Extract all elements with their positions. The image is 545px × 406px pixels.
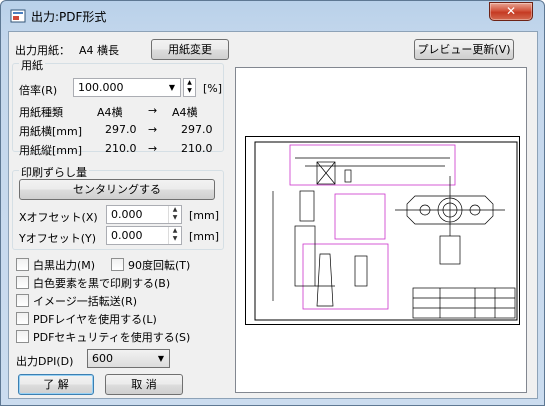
mono-label[interactable]: 白黒出力(M) <box>33 257 95 273</box>
x-offset-unit: [mm] <box>189 209 220 222</box>
scale-input[interactable]: 100.000 ▼ <box>73 78 181 97</box>
pdf-layer-label[interactable]: PDFレイヤを使用する(L) <box>33 311 157 327</box>
pdf-security-label[interactable]: PDFセキュリティを使用する(S) <box>33 329 190 345</box>
paper-height-to: 210.0 <box>181 142 213 155</box>
image-batch-label[interactable]: イメージ一括転送(R) <box>33 293 137 309</box>
image-batch-checkbox[interactable] <box>16 294 29 307</box>
scale-input-value: 100.000 <box>78 81 124 94</box>
pdf-security-checkbox[interactable] <box>16 330 29 343</box>
white-as-black-label[interactable]: 白色要素を黒で印刷する(B) <box>33 275 170 291</box>
output-paper-label: 出力用紙： <box>15 44 70 57</box>
preview-panel <box>235 67 527 393</box>
cancel-button[interactable]: 取 消 <box>105 374 183 395</box>
window-title: 出力:PDF形式 <box>31 10 107 24</box>
dialog-window: 出力:PDF形式 ✕ 出力用紙： A4 横長 用紙変更 プレビュー更新(V) 用… <box>0 0 545 406</box>
scale-label: 倍率(R) <box>19 84 58 97</box>
ok-button[interactable]: 了 解 <box>18 374 94 395</box>
close-icon: ✕ <box>505 4 517 18</box>
arrow-right-icon: → <box>148 123 158 136</box>
paper-type-to: A4横 <box>172 106 198 119</box>
spin-down-icon[interactable]: ▼ <box>169 235 181 243</box>
paper-type-from: A4横 <box>97 106 123 119</box>
offset-group-title: 印刷ずらし量 <box>19 164 89 180</box>
arrow-right-icon: → <box>148 142 158 155</box>
chevron-down-icon[interactable]: ▼ <box>155 350 167 367</box>
y-offset-input[interactable]: 0.000 ▲ ▼ <box>106 226 182 245</box>
paper-width-label: 用紙横[mm] <box>19 125 83 138</box>
preview-drawing <box>245 136 520 325</box>
centering-button[interactable]: センタリングする <box>19 179 215 200</box>
paper-type-label: 用紙種類 <box>19 106 63 119</box>
dialog-body: 出力用紙： A4 横長 用紙変更 プレビュー更新(V) 用紙 倍率(R) 100… <box>8 31 538 399</box>
spin-up-icon[interactable]: ▲ <box>169 227 181 235</box>
close-button[interactable]: ✕ <box>489 2 533 21</box>
paper-width-from: 297.0 <box>105 123 137 136</box>
pdf-layer-checkbox[interactable] <box>16 312 29 325</box>
paper-width-to: 297.0 <box>181 123 213 136</box>
spin-up-icon[interactable]: ▲ <box>169 206 181 214</box>
paper-height-from: 210.0 <box>105 142 137 155</box>
dpi-select[interactable]: 600 ▼ <box>87 349 170 368</box>
white-as-black-checkbox[interactable] <box>16 276 29 289</box>
rotate90-checkbox[interactable] <box>111 258 124 271</box>
y-offset-label: Yオフセット(Y) <box>19 232 97 245</box>
x-offset-label: Xオフセット(X) <box>19 211 98 224</box>
y-offset-unit: [mm] <box>189 230 220 243</box>
paper-group-title: 用紙 <box>19 57 45 73</box>
y-offset-value: 0.000 <box>111 229 143 242</box>
x-offset-value: 0.000 <box>111 208 143 221</box>
chevron-down-icon[interactable]: ▼ <box>166 79 178 96</box>
change-paper-button[interactable]: 用紙変更 <box>151 39 229 60</box>
dpi-label: 出力DPI(D) <box>16 355 74 368</box>
preview-update-button[interactable]: プレビュー更新(V) <box>414 39 514 60</box>
x-offset-input[interactable]: 0.000 ▲ ▼ <box>106 205 182 224</box>
output-paper-value: A4 横長 <box>79 44 120 57</box>
mono-checkbox[interactable] <box>16 258 29 271</box>
title-bar[interactable]: 出力:PDF形式 ✕ <box>1 1 544 31</box>
paper-height-label: 用紙縦[mm] <box>19 144 83 157</box>
spin-down-icon[interactable]: ▼ <box>169 214 181 222</box>
spin-down-icon[interactable]: ▼ <box>184 87 195 95</box>
rotate90-label[interactable]: 90度回転(T) <box>128 257 190 273</box>
dpi-select-value: 600 <box>92 352 113 365</box>
scale-spinner[interactable]: ▲ ▼ <box>183 78 196 97</box>
y-offset-spinner[interactable]: ▲ ▼ <box>168 227 181 244</box>
scale-unit: [%] <box>203 82 223 95</box>
x-offset-spinner[interactable]: ▲ ▼ <box>168 206 181 223</box>
app-icon <box>10 9 26 23</box>
arrow-right-icon: → <box>148 104 158 117</box>
spin-up-icon[interactable]: ▲ <box>184 79 195 87</box>
